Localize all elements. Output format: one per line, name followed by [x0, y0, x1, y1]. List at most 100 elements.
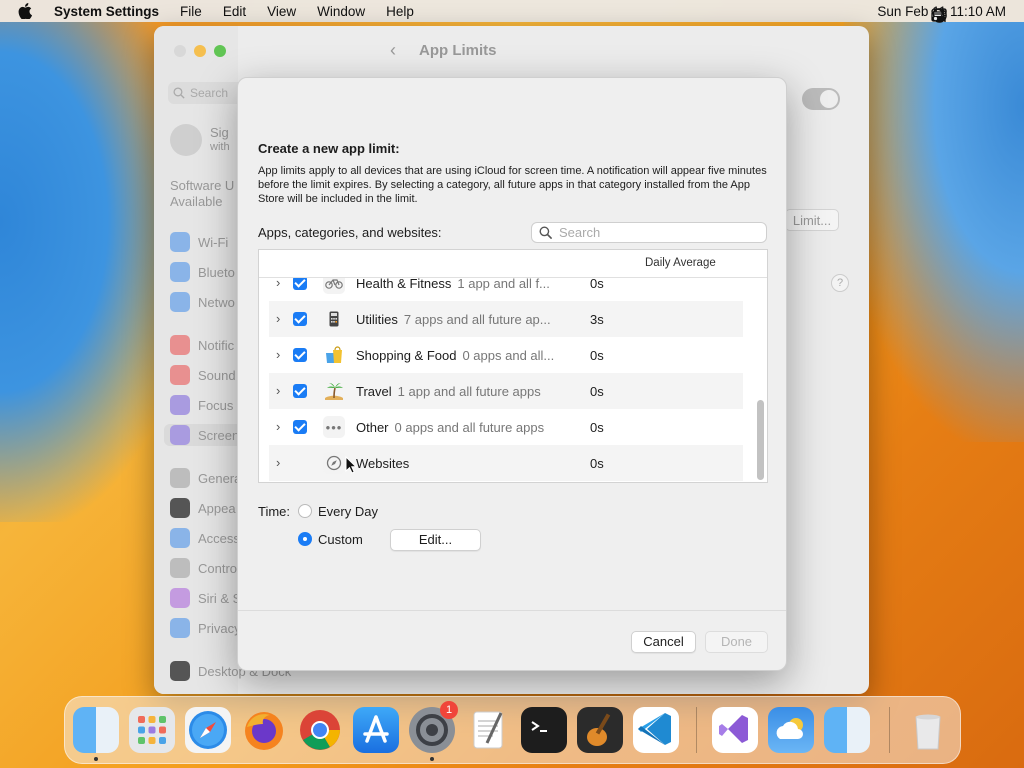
- row-name: Travel: [356, 384, 392, 399]
- avatar: [170, 124, 202, 156]
- sidebar-item-accessibility[interactable]: Access: [170, 527, 240, 549]
- dock-launchpad[interactable]: [129, 707, 175, 753]
- sidebar-item-label: Wi-Fi: [198, 234, 229, 250]
- add-limit-button[interactable]: Limit...: [785, 209, 839, 231]
- sidebar-item-label: Siri & S: [198, 590, 242, 606]
- sidebar-item-general[interactable]: Genera: [170, 467, 241, 489]
- sidebar-item-label: Privacy: [198, 620, 241, 636]
- app-search-input[interactable]: Search: [531, 222, 767, 243]
- dock-garageband[interactable]: [577, 707, 623, 753]
- apple-icon[interactable]: [18, 3, 38, 19]
- table-row[interactable]: › ••• Other 0 apps and all future apps 0s: [269, 409, 743, 445]
- sidebar-item-label: Blueto: [198, 264, 235, 280]
- sidebar-item-sound[interactable]: Sound: [170, 364, 236, 386]
- sidebar-software-update[interactable]: Software U Available: [170, 178, 234, 210]
- edit-schedule-button[interactable]: Edit...: [390, 529, 481, 551]
- sidebar-item-bluetooth[interactable]: Blueto: [170, 261, 235, 283]
- dock-app-store[interactable]: [353, 707, 399, 753]
- dock-icon: [170, 661, 190, 681]
- column-daily-average[interactable]: Daily Average: [645, 257, 716, 269]
- sidebar-item-notifications[interactable]: Notific: [170, 334, 234, 356]
- disclosure-chevron-icon[interactable]: ›: [276, 419, 280, 434]
- account-name: Sig: [210, 125, 229, 140]
- sidebar-item-control-center[interactable]: Contro: [170, 557, 237, 579]
- app-category-table: Daily Average › Health & Fitness 1 app an…: [258, 249, 768, 483]
- compass-icon: [323, 452, 345, 474]
- control-center-icon[interactable]: [931, 7, 948, 23]
- cancel-button[interactable]: Cancel: [631, 631, 696, 653]
- dock-firefox[interactable]: [241, 707, 287, 753]
- dock-textedit[interactable]: [465, 707, 511, 753]
- every-day-label[interactable]: Every Day: [318, 504, 378, 519]
- dock-trash[interactable]: [905, 707, 951, 753]
- custom-label[interactable]: Custom: [318, 532, 363, 547]
- menu-help[interactable]: Help: [386, 4, 414, 19]
- gear-icon: [170, 468, 190, 488]
- row-checkbox[interactable]: [293, 384, 307, 398]
- every-day-radio[interactable]: [298, 504, 312, 518]
- dock-weather[interactable]: [768, 707, 814, 753]
- dock-visual-studio[interactable]: [712, 707, 758, 753]
- sidebar-account[interactable]: Sig with: [170, 124, 230, 156]
- sidebar-item-screen-time[interactable]: Screen: [164, 424, 244, 446]
- table-row[interactable]: › Utilities 7 apps and all future ap... 3…: [269, 301, 743, 337]
- disclosure-chevron-icon[interactable]: ›: [276, 311, 280, 326]
- row-checkbox[interactable]: [293, 276, 307, 290]
- sidebar-search-input[interactable]: Search: [168, 82, 248, 104]
- help-button[interactable]: ?: [831, 274, 849, 292]
- disclosure-chevron-icon[interactable]: ›: [276, 455, 280, 470]
- ellipsis-icon: •••: [323, 416, 345, 438]
- back-chevron-icon[interactable]: ‹: [390, 40, 396, 61]
- row-checkbox[interactable]: [293, 348, 307, 362]
- table-row[interactable]: › Websites 0s: [269, 445, 743, 481]
- minimize-window-button[interactable]: [194, 45, 206, 57]
- dock-finder-2[interactable]: [824, 707, 870, 753]
- bluetooth-icon: [170, 262, 190, 282]
- sidebar-item-privacy[interactable]: Privacy: [170, 617, 241, 639]
- sidebar-item-appearance[interactable]: Appea: [170, 497, 236, 519]
- menu-window[interactable]: Window: [317, 4, 365, 19]
- notification-badge: 1: [440, 701, 458, 719]
- menu-app-name[interactable]: System Settings: [54, 4, 159, 19]
- custom-radio[interactable]: [298, 532, 312, 546]
- done-button[interactable]: Done: [705, 631, 768, 653]
- zoom-window-button[interactable]: [214, 45, 226, 57]
- time-label: Time:: [258, 504, 291, 519]
- table-row[interactable]: › Travel 1 app and all future apps 0s: [269, 373, 743, 409]
- table-scrollbar[interactable]: [757, 400, 764, 480]
- menu-file[interactable]: File: [180, 4, 202, 19]
- screen-time-toggle[interactable]: [802, 88, 840, 110]
- menu-view[interactable]: View: [267, 4, 296, 19]
- siri-icon: [170, 588, 190, 608]
- sidebar-item-network[interactable]: Netwo: [170, 291, 235, 313]
- row-name: Other: [356, 420, 389, 435]
- row-subtitle: 0 apps and all...: [462, 348, 555, 363]
- sidebar-item-label: Focus: [198, 397, 234, 413]
- row-checkbox[interactable]: [293, 420, 307, 434]
- dock-safari[interactable]: [185, 707, 231, 753]
- close-window-button[interactable]: [174, 45, 186, 57]
- sidebar-item-label: Screen: [198, 427, 240, 443]
- disclosure-chevron-icon[interactable]: ›: [276, 347, 280, 362]
- row-subtitle: 1 app and all f...: [457, 276, 550, 291]
- disclosure-chevron-icon[interactable]: ›: [276, 383, 280, 398]
- dock-chrome[interactable]: [297, 707, 343, 753]
- row-average: 0s: [590, 420, 604, 435]
- sidebar-item-label: Genera: [198, 470, 242, 486]
- dock-finder[interactable]: [73, 707, 119, 753]
- menu-edit[interactable]: Edit: [223, 4, 246, 19]
- sidebar-item-label: Appea: [198, 500, 236, 516]
- appearance-icon: [170, 498, 190, 518]
- sidebar-item-focus[interactable]: Focus: [170, 394, 233, 416]
- control-center-icon: [170, 558, 190, 578]
- speaker-icon: [170, 365, 190, 385]
- sidebar-item-wifi[interactable]: Wi-Fi: [170, 231, 228, 253]
- dock-terminal[interactable]: [521, 707, 567, 753]
- search-icon: [539, 226, 552, 239]
- sidebar-item-label: Access: [198, 530, 240, 546]
- dialog-divider: [238, 610, 786, 611]
- sidebar-item-siri[interactable]: Siri & S: [170, 587, 241, 609]
- dock-vscode[interactable]: [633, 707, 679, 753]
- row-checkbox[interactable]: [293, 312, 307, 326]
- table-row[interactable]: › Shopping & Food 0 apps and all... 0s: [269, 337, 743, 373]
